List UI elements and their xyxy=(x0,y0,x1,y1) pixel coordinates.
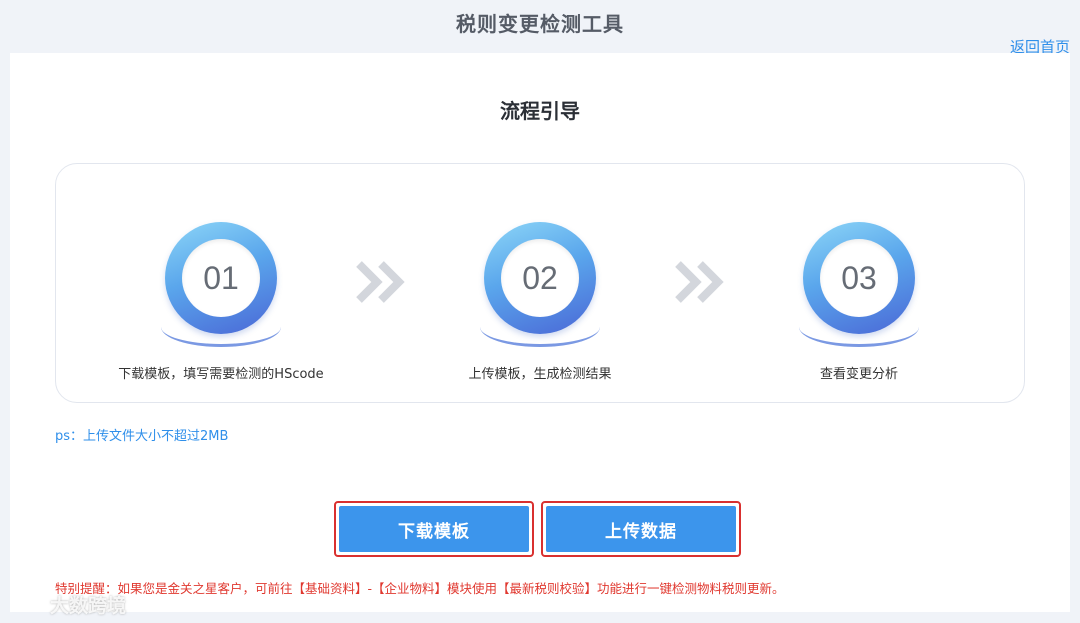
step-number: 02 xyxy=(501,239,579,317)
download-template-highlight: 下载模板 xyxy=(334,501,534,557)
step-label: 上传模板，生成检测结果 xyxy=(468,367,612,382)
main-panel: 流程引导 01 下载模板，填写需要检测的HScode 02 上传模板，生成检测结… xyxy=(10,53,1070,612)
step-3-circle-icon: 03 xyxy=(803,222,915,334)
watermark-text: 大数跨境 xyxy=(50,595,127,617)
step-1: 01 下载模板，填写需要检测的HScode xyxy=(91,222,351,382)
step-2: 02 上传模板，生成检测结果 xyxy=(410,222,670,382)
step-2-circle-icon: 02 xyxy=(484,222,596,334)
double-chevron-right-icon xyxy=(675,261,724,303)
step-1-circle-icon: 01 xyxy=(165,222,277,334)
double-chevron-right-icon xyxy=(356,261,405,303)
app-title: 税则变更检测工具 xyxy=(456,12,624,36)
step-arc-decoration xyxy=(480,324,600,347)
step-label: 下载模板，填写需要检测的HScode xyxy=(118,367,324,382)
process-steps: 01 下载模板，填写需要检测的HScode 02 上传模板，生成检测结果 03 xyxy=(55,163,1025,403)
step-label: 查看变更分析 xyxy=(819,367,898,382)
upload-data-highlight: 上传数据 xyxy=(541,501,741,557)
step-3: 03 查看变更分析 xyxy=(729,222,989,382)
file-size-note: ps：上传文件大小不超过2MB xyxy=(55,429,229,444)
section-title: 流程引导 xyxy=(500,99,580,123)
step-arc-decoration xyxy=(799,324,919,347)
step-number: 03 xyxy=(820,239,898,317)
step-number: 01 xyxy=(182,239,260,317)
step-arc-decoration xyxy=(161,324,281,347)
watermark-logo: 大数跨境 xyxy=(8,591,126,618)
download-template-button[interactable]: 下载模板 xyxy=(339,506,529,552)
watermark-icon xyxy=(10,595,44,612)
upload-data-button[interactable]: 上传数据 xyxy=(546,506,736,552)
special-notice: 特别提醒：如果您是金关之星客户，可前往【基础资料】-【企业物料】模块使用【最新税… xyxy=(55,581,785,596)
